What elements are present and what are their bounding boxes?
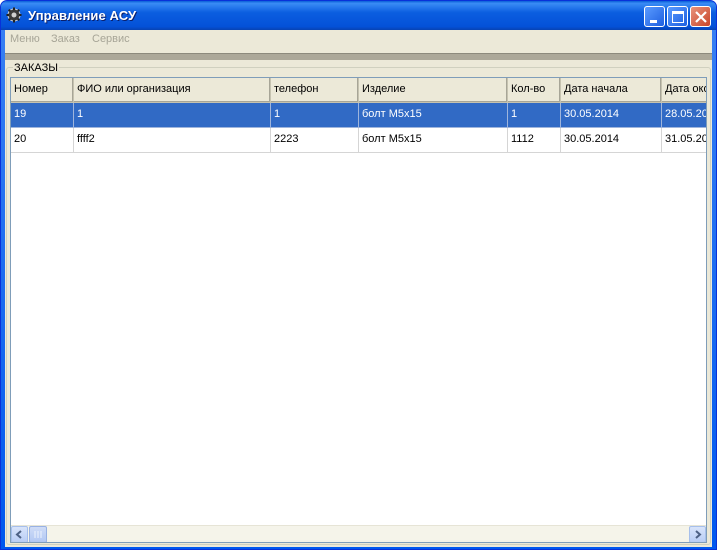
- chevron-right-icon: [695, 530, 702, 539]
- column-header-number[interactable]: Номер: [11, 78, 74, 103]
- column-header-quantity[interactable]: Кол-во: [508, 78, 561, 103]
- menu-item-order[interactable]: Заказ: [51, 33, 80, 45]
- table-header: Номер ФИО или организация телефон Издели…: [11, 78, 706, 103]
- scroll-left-button[interactable]: [11, 526, 28, 542]
- minimize-button[interactable]: [644, 6, 665, 27]
- group-label: ЗАКАЗЫ: [13, 62, 59, 74]
- close-button[interactable]: [690, 6, 711, 27]
- cell-start-date: 30.05.2014: [561, 103, 662, 128]
- gear-icon[interactable]: [6, 7, 22, 23]
- scroll-right-button[interactable]: [689, 526, 706, 542]
- minimize-icon: [650, 20, 657, 23]
- table-row[interactable]: 20 ffff2 2223 болт М5х15 1112 30.05.2014…: [11, 128, 706, 153]
- toolstrip: [5, 53, 712, 60]
- horizontal-scrollbar[interactable]: [11, 525, 706, 542]
- cell-end-date: 28.05.2014: [662, 103, 706, 128]
- cell-number: 20: [11, 128, 74, 153]
- cell-item: болт М5х15: [359, 128, 508, 153]
- close-icon: [695, 11, 707, 23]
- table-row[interactable]: 19 1 1 болт М5х15 1 30.05.2014 28.05.201…: [11, 103, 706, 128]
- column-header-start-date[interactable]: Дата начала: [561, 78, 662, 103]
- client-area: Меню Заказ Сервис ЗАКАЗЫ Номер ФИО или о…: [5, 30, 712, 547]
- cell-item: болт М5х15: [359, 103, 508, 128]
- chevron-left-icon: [15, 530, 22, 539]
- cell-start-date: 30.05.2014: [561, 128, 662, 153]
- menu-item-menu[interactable]: Меню: [10, 33, 40, 45]
- maximize-icon: [672, 11, 684, 23]
- cell-quantity: 1: [508, 103, 561, 128]
- cell-phone: 2223: [271, 128, 359, 153]
- menu-item-service[interactable]: Сервис: [92, 33, 130, 45]
- scroll-thumb[interactable]: [29, 526, 47, 542]
- cell-quantity: 1112: [508, 128, 561, 153]
- column-header-end-date[interactable]: Дата оконч: [662, 78, 706, 103]
- column-header-item[interactable]: Изделие: [359, 78, 508, 103]
- orders-group: ЗАКАЗЫ Номер ФИО или организация телефон…: [6, 62, 711, 545]
- column-header-client[interactable]: ФИО или организация: [74, 78, 271, 103]
- cell-number: 19: [11, 103, 74, 128]
- grip-icon: [34, 531, 42, 538]
- cell-end-date: 31.05.2014: [662, 128, 706, 153]
- cell-client: ffff2: [74, 128, 271, 153]
- cell-phone: 1: [271, 103, 359, 128]
- window-title: Управление АСУ: [28, 8, 137, 23]
- cell-client: 1: [74, 103, 271, 128]
- orders-table[interactable]: Номер ФИО или организация телефон Издели…: [10, 77, 707, 543]
- column-header-phone[interactable]: телефон: [271, 78, 359, 103]
- maximize-button[interactable]: [667, 6, 688, 27]
- menu-bar: Меню Заказ Сервис: [5, 30, 712, 50]
- title-bar[interactable]: Управление АСУ: [1, 1, 716, 30]
- app-window: Управление АСУ Меню Заказ Сервис ЗАКАЗЫ …: [0, 0, 717, 550]
